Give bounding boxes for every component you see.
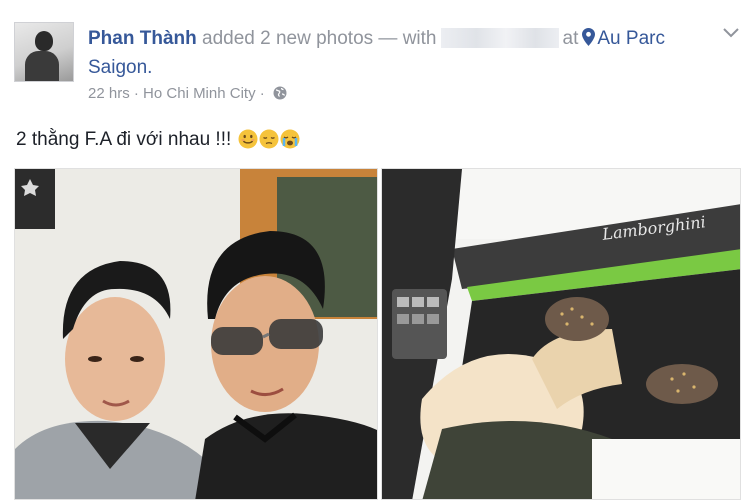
photo-1-illustration <box>15 169 377 499</box>
post-message: 2 thằng F.A đi với nhau !!! <box>16 127 300 153</box>
globe-icon[interactable] <box>273 86 287 100</box>
avatar-body <box>25 51 59 81</box>
chevron-down-icon[interactable] <box>722 26 740 40</box>
author-name-link[interactable]: Phan Thành <box>88 28 197 49</box>
post-photo-2[interactable]: Lamborghini <box>381 168 741 500</box>
facebook-post: Phan Thành added 2 new photos — with at Au… <box>0 0 750 500</box>
post-header: Phan Thành added 2 new photos — with at Au… <box>88 24 698 82</box>
smile-emoji-icon <box>238 129 258 149</box>
post-photo-1[interactable] <box>14 168 378 500</box>
map-pin-icon <box>582 28 596 46</box>
crying-emoji-icon <box>280 129 300 149</box>
meta-separator: · <box>133 85 139 102</box>
meta-separator-2: · <box>259 85 265 102</box>
photo-2-illustration: Lamborghini <box>382 169 740 499</box>
avatar-head <box>35 31 53 51</box>
at-text: at <box>562 28 579 49</box>
tagged-friend-redacted[interactable] <box>440 28 559 48</box>
timestamp-link[interactable]: 22 hrs <box>88 85 130 102</box>
post-message-text: 2 thằng F.A đi với nhau !!! <box>16 129 232 150</box>
action-text: added 2 new photos — with <box>202 28 437 49</box>
post-meta: 22 hrs · Ho Chi Minh City · <box>88 84 287 104</box>
pensive-emoji-icon <box>259 129 279 149</box>
location-link[interactable]: Ho Chi Minh City <box>143 85 256 102</box>
author-avatar[interactable] <box>14 22 74 82</box>
